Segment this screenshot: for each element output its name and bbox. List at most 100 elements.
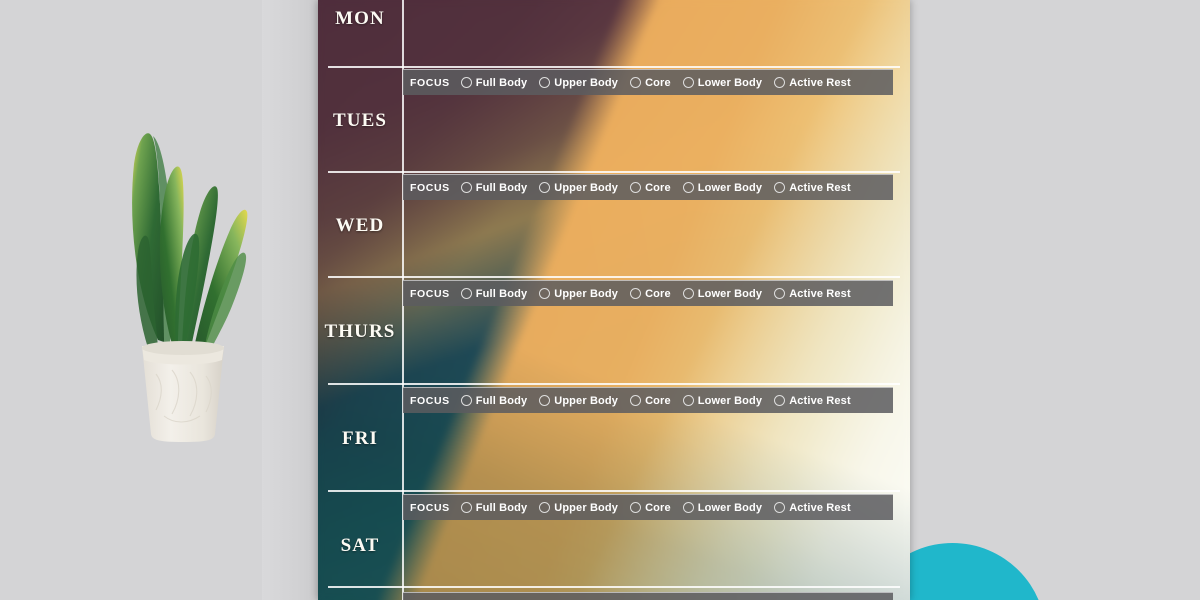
- focus-option-lower-body[interactable]: Lower Body: [682, 181, 763, 194]
- day-row-mon: MON: [318, 0, 910, 66]
- day-label-wed: WED: [335, 215, 385, 236]
- radio-icon[interactable]: [539, 77, 551, 88]
- focus-option-upper-body[interactable]: Upper Body: [539, 502, 618, 514]
- focus-option-label: Upper Body: [554, 501, 619, 514]
- radio-icon[interactable]: [539, 502, 551, 513]
- focus-option-label: Active Rest: [789, 394, 851, 407]
- row-divider: [328, 490, 900, 492]
- focus-option-upper-body[interactable]: Upper Body: [539, 395, 618, 407]
- radio-icon[interactable]: [630, 77, 642, 88]
- radio-icon[interactable]: [460, 288, 472, 299]
- focus-legend: FOCUS: [410, 76, 450, 89]
- focus-option-label: Core: [645, 181, 671, 194]
- radio-icon[interactable]: [539, 395, 551, 406]
- radio-icon[interactable]: [460, 502, 472, 513]
- day-label-thurs: THURS: [324, 321, 396, 342]
- radio-icon[interactable]: [682, 77, 694, 88]
- focus-option-full-body[interactable]: Full Body: [460, 181, 528, 194]
- radio-icon[interactable]: [682, 182, 694, 193]
- focus-option-full-body[interactable]: Full Body: [460, 76, 528, 89]
- focus-legend: FOCUS: [410, 501, 450, 514]
- focus-selector-fri[interactable]: FOCUS Full Body Upper Body Core Lower Bo…: [403, 387, 893, 413]
- focus-option-label: Full Body: [475, 76, 528, 89]
- focus-option-label: Active Rest: [789, 287, 851, 300]
- radio-icon[interactable]: [460, 77, 472, 88]
- radio-icon[interactable]: [539, 288, 551, 299]
- focus-option-upper-body[interactable]: Upper Body: [539, 77, 618, 89]
- radio-icon[interactable]: [682, 395, 694, 406]
- radio-icon[interactable]: [630, 182, 642, 193]
- focus-option-label: Upper Body: [554, 287, 619, 300]
- day-row-sat: SAT FOCUS Full Body Upper Body Core Lowe…: [318, 490, 910, 586]
- snake-plant-image: [112, 112, 252, 442]
- focus-selector-sat[interactable]: FOCUS Full Body Upper Body Core Lower Bo…: [403, 494, 893, 520]
- radio-icon[interactable]: [682, 288, 694, 299]
- row-divider: [328, 276, 900, 278]
- focus-option-lower-body[interactable]: Lower Body: [682, 288, 762, 300]
- row-divider: [328, 383, 900, 385]
- focus-option-label: Upper Body: [554, 76, 619, 89]
- focus-legend: FOCUS: [410, 181, 450, 194]
- focus-option-lower-body[interactable]: Lower Body: [682, 502, 762, 514]
- background-tone-strip: [262, 0, 318, 600]
- focus-option-core[interactable]: Core: [630, 288, 671, 300]
- focus-option-upper-body[interactable]: Upper Body: [539, 182, 618, 194]
- day-row-thurs: THURS FOCUS Full Body Upper Body Core Lo…: [318, 276, 910, 383]
- day-row-fri: FRI FOCUS Full Body Upper Body Core Lowe…: [318, 383, 910, 490]
- weekly-planner-page: MON TUES FOCUS Full Body Upper Body Core…: [318, 0, 910, 600]
- radio-icon[interactable]: [774, 182, 786, 193]
- focus-option-label: Lower Body: [697, 394, 763, 407]
- focus-option-label: Core: [645, 287, 671, 300]
- focus-option-core[interactable]: Core: [630, 502, 671, 514]
- radio-icon[interactable]: [774, 288, 786, 299]
- focus-option-active-rest[interactable]: Active Rest: [774, 395, 851, 407]
- focus-option-active-rest[interactable]: Active Rest: [774, 288, 851, 300]
- day-label-sat: SAT: [340, 535, 380, 556]
- focus-option-core[interactable]: Core: [630, 395, 671, 407]
- focus-option-label: Full Body: [475, 501, 528, 514]
- radio-icon[interactable]: [682, 502, 694, 513]
- focus-option-upper-body[interactable]: Upper Body: [539, 288, 618, 300]
- focus-legend: FOCUS: [410, 287, 450, 300]
- focus-option-core[interactable]: Core: [630, 182, 671, 194]
- focus-option-label: Upper Body: [554, 394, 619, 407]
- focus-selector-thurs[interactable]: FOCUS Full Body Upper Body Core Lower Bo…: [403, 280, 893, 306]
- focus-option-active-rest[interactable]: Active Rest: [774, 182, 851, 194]
- focus-option-label: Full Body: [475, 181, 528, 194]
- row-divider: [328, 586, 900, 588]
- day-label-fri: FRI: [341, 428, 379, 449]
- focus-option-lower-body[interactable]: Lower Body: [682, 394, 763, 407]
- radio-icon[interactable]: [774, 395, 786, 406]
- focus-selector-tues[interactable]: FOCUS Full Body Upper Body Core Lower Bo…: [403, 69, 893, 95]
- day-row-next-partial: [318, 586, 910, 600]
- radio-icon[interactable]: [460, 182, 472, 193]
- focus-option-active-rest[interactable]: Active Rest: [774, 77, 851, 89]
- screenshot-canvas: MON TUES FOCUS Full Body Upper Body Core…: [0, 0, 1200, 600]
- focus-option-label: Upper Body: [554, 181, 619, 194]
- radio-icon[interactable]: [630, 288, 642, 299]
- focus-legend: FOCUS: [410, 394, 450, 407]
- focus-option-label: Full Body: [475, 394, 528, 407]
- focus-option-label: Core: [645, 76, 671, 89]
- radio-icon[interactable]: [774, 502, 786, 513]
- radio-icon[interactable]: [774, 77, 786, 88]
- radio-icon[interactable]: [630, 395, 642, 406]
- radio-icon[interactable]: [460, 395, 472, 406]
- focus-option-label: Lower Body: [697, 76, 763, 89]
- focus-option-full-body[interactable]: Full Body: [460, 288, 527, 300]
- focus-option-full-body[interactable]: Full Body: [460, 501, 528, 514]
- focus-option-active-rest[interactable]: Active Rest: [774, 502, 851, 514]
- day-label-tues: TUES: [332, 110, 388, 131]
- focus-option-label: Active Rest: [789, 181, 851, 194]
- focus-option-label: Lower Body: [697, 181, 763, 194]
- day-row-tues: TUES FOCUS Full Body Upper Body Core Low…: [318, 66, 910, 171]
- focus-option-full-body[interactable]: Full Body: [460, 394, 528, 407]
- focus-option-label: Active Rest: [789, 76, 851, 89]
- focus-option-lower-body[interactable]: Lower Body: [682, 76, 763, 89]
- focus-selector-wed[interactable]: FOCUS Full Body Upper Body Core Lower Bo…: [403, 174, 893, 200]
- radio-icon[interactable]: [630, 502, 642, 513]
- focus-selector-partial[interactable]: [403, 592, 893, 600]
- row-divider: [328, 66, 900, 68]
- focus-option-core[interactable]: Core: [630, 77, 671, 89]
- radio-icon[interactable]: [539, 182, 551, 193]
